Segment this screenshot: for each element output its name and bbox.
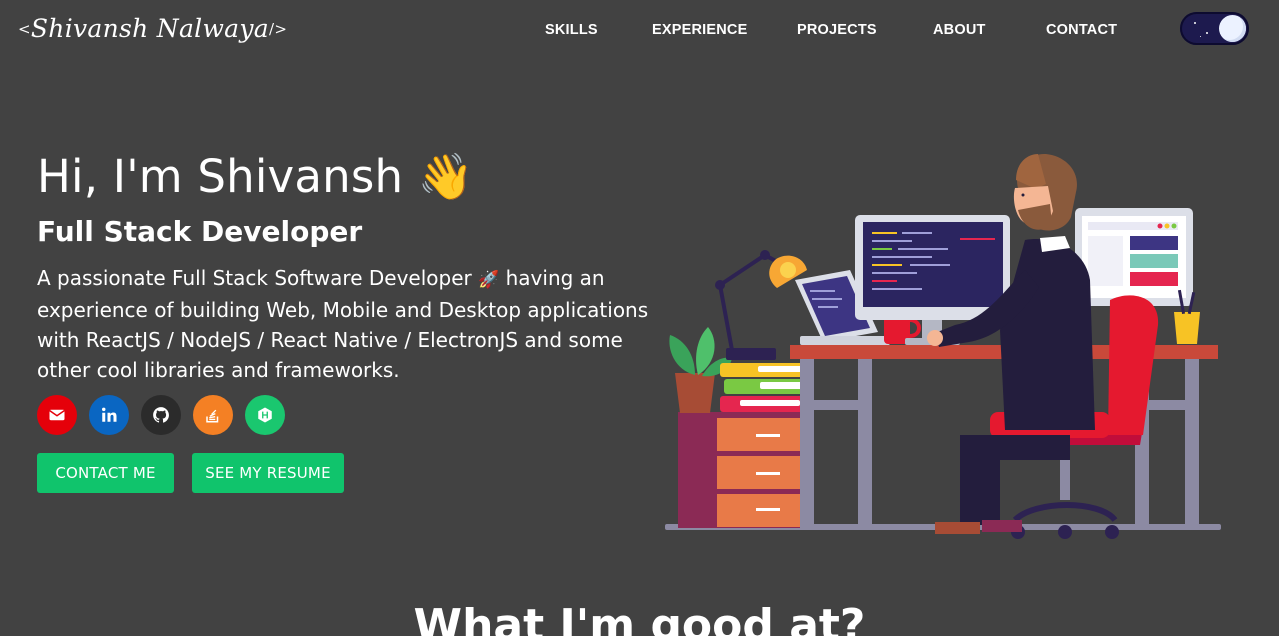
linkedin-icon [102,407,117,422]
rocket-emoji: 🚀 [478,270,500,290]
drawer-cabinet [678,412,808,528]
stack-overflow-icon [206,409,219,423]
hero-description: A passionate Full Stack Software Develop… [37,263,657,385]
contact-me-button[interactable]: CONTACT ME [37,453,174,493]
star-icon [1194,22,1196,24]
email-link[interactable] [37,395,77,435]
github-icon [153,407,169,423]
description-part-1: A passionate Full Stack Software Develop… [37,266,479,290]
star-icon [1200,36,1201,37]
hero-subtitle: Full Stack Developer [37,215,363,248]
envelope-icon [49,409,65,421]
developer-illustration [665,153,1221,539]
site-logo[interactable]: <Shivansh Nalwaya/> [18,14,287,43]
hero-greeting: Hi, I'm Shivansh 👋 [37,150,474,203]
skills-section-title: What I'm good at? [413,600,866,636]
moon-icon [1219,15,1246,42]
nav-about[interactable]: ABOUT [933,22,986,38]
linkedin-link[interactable] [89,395,129,435]
nav-projects[interactable]: PROJECTS [797,22,877,38]
github-link[interactable] [141,395,181,435]
nav-contact[interactable]: CONTACT [1046,22,1117,38]
logo-close-bracket: /> [269,20,288,38]
hackerrank-link[interactable] [245,395,285,435]
theme-toggle[interactable] [1180,12,1249,45]
greeting-text: Hi, I'm Shivansh [37,150,404,203]
star-icon [1206,32,1208,34]
stack-overflow-link[interactable] [193,395,233,435]
logo-name: Shivansh Nalwaya [30,14,270,43]
desk-lamp [715,250,807,351]
hackerrank-icon [258,407,272,423]
see-resume-button[interactable]: SEE MY RESUME [192,453,344,493]
nav-experience[interactable]: EXPERIENCE [652,22,747,38]
logo-open-bracket: < [18,20,31,38]
nav-skills[interactable]: SKILLS [545,22,598,38]
navbar: <Shivansh Nalwaya/> SKILLS EXPERIENCE PR… [0,0,1279,64]
wave-emoji: 👋 [417,150,474,203]
